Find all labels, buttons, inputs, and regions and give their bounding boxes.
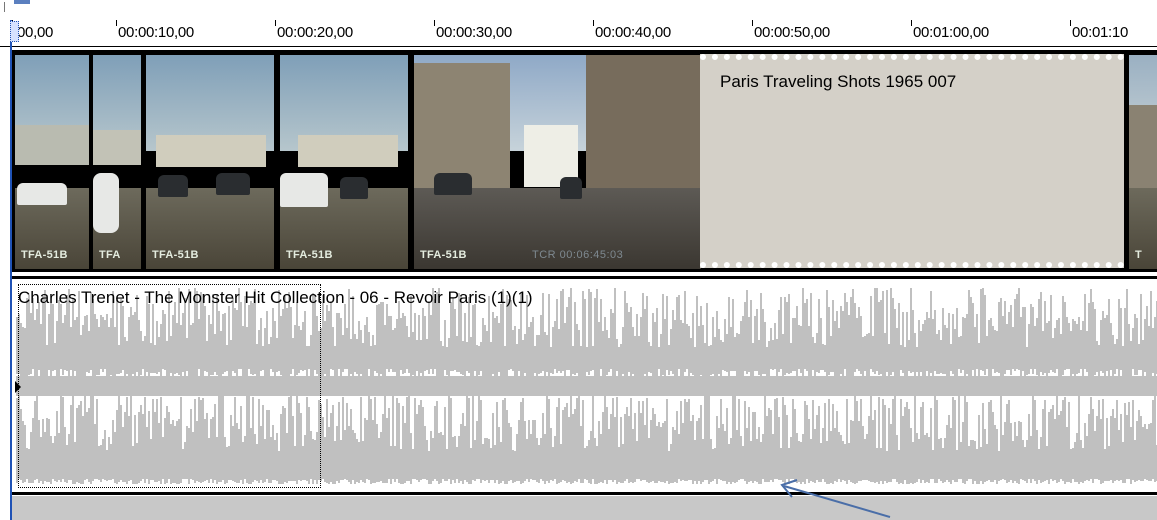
annotation-arrow-line (783, 485, 891, 518)
arrow-pointer-icon (780, 479, 891, 518)
